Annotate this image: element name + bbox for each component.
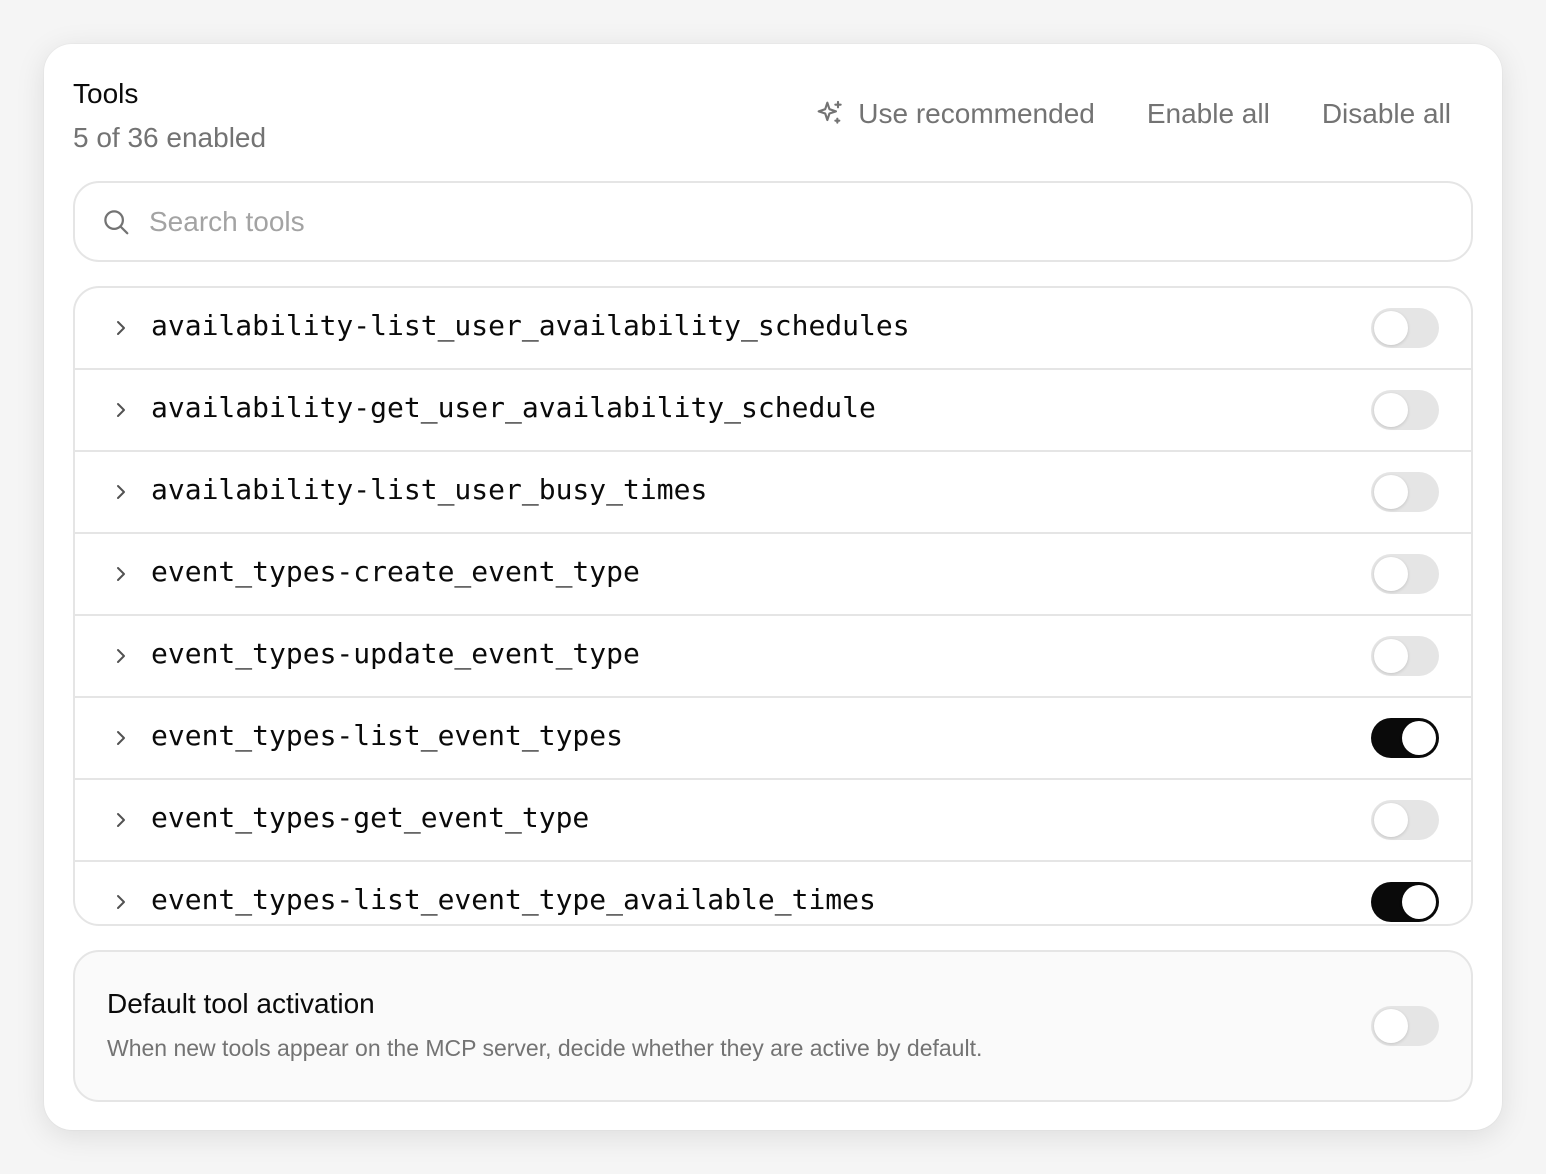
tool-toggle[interactable]	[1371, 800, 1439, 840]
tool-toggle[interactable]	[1371, 882, 1439, 922]
tool-row[interactable]: availability-get_user_availability_sched…	[75, 370, 1471, 452]
toggle-knob	[1374, 393, 1408, 427]
tool-toggle[interactable]	[1371, 718, 1439, 758]
toggle-knob	[1374, 311, 1408, 345]
default-activation-title: Default tool activation	[107, 988, 375, 1019]
page-title: Tools	[73, 78, 139, 109]
tools-panel: Tools 5 of 36 enabled Use recommended En…	[44, 44, 1502, 1130]
tool-row[interactable]: event_types-update_event_type	[75, 616, 1471, 698]
tool-toggle[interactable]	[1371, 636, 1439, 676]
tool-name: event_types-create_event_type	[151, 555, 640, 588]
header-actions: Use recommended Enable all Disable all	[814, 96, 1451, 132]
tool-name: event_types-list_event_type_available_ti…	[151, 883, 876, 916]
use-recommended-button[interactable]: Use recommended	[814, 96, 1095, 132]
tool-toggle[interactable]	[1371, 308, 1439, 348]
tool-name: availability-get_user_availability_sched…	[151, 391, 876, 424]
tool-toggle[interactable]	[1371, 554, 1439, 594]
tool-name: availability-list_user_busy_times	[151, 473, 708, 506]
default-activation-section: Default tool activation When new tools a…	[73, 950, 1473, 1102]
tool-name: event_types-update_event_type	[151, 637, 640, 670]
tool-name: event_types-list_event_types	[151, 719, 624, 752]
toggle-knob	[1402, 885, 1436, 919]
enable-all-button[interactable]: Enable all	[1147, 96, 1270, 132]
chevron-right-icon[interactable]	[111, 480, 131, 504]
search-icon	[101, 207, 131, 237]
tool-name: availability-list_user_availability_sche…	[151, 309, 910, 342]
tool-toggle[interactable]	[1371, 472, 1439, 512]
tool-row[interactable]: event_types-list_event_types	[75, 698, 1471, 780]
tool-row[interactable]: event_types-list_event_type_available_ti…	[75, 862, 1471, 924]
use-recommended-label: Use recommended	[858, 98, 1095, 129]
search-box	[73, 181, 1473, 262]
toggle-knob	[1402, 721, 1436, 755]
toggle-knob	[1374, 803, 1408, 837]
chevron-right-icon[interactable]	[111, 398, 131, 422]
toggle-knob	[1374, 557, 1408, 591]
tools-header: Tools 5 of 36 enabled Use recommended En…	[73, 74, 1473, 164]
default-activation-toggle[interactable]	[1371, 1006, 1439, 1046]
enabled-count: 5 of 36 enabled	[73, 122, 267, 153]
toggle-knob	[1374, 639, 1408, 673]
sparkles-icon	[814, 98, 846, 130]
tool-row[interactable]: availability-list_user_busy_times	[75, 452, 1471, 534]
chevron-right-icon[interactable]	[111, 808, 131, 832]
disable-all-button[interactable]: Disable all	[1322, 96, 1451, 132]
chevron-right-icon[interactable]	[111, 316, 131, 340]
chevron-right-icon[interactable]	[111, 644, 131, 668]
chevron-right-icon[interactable]	[111, 890, 131, 914]
tool-row[interactable]: event_types-get_event_type	[75, 780, 1471, 862]
default-activation-description: When new tools appear on the MCP server,…	[107, 1035, 983, 1061]
search-input[interactable]	[149, 205, 1349, 238]
toggle-knob	[1374, 1009, 1408, 1043]
tool-name: event_types-get_event_type	[151, 801, 590, 834]
toggle-knob	[1374, 475, 1408, 509]
chevron-right-icon[interactable]	[111, 562, 131, 586]
chevron-right-icon[interactable]	[111, 726, 131, 750]
tool-toggle[interactable]	[1371, 390, 1439, 430]
tool-row[interactable]: availability-list_user_availability_sche…	[75, 288, 1471, 370]
tool-list: availability-list_user_availability_sche…	[73, 286, 1473, 926]
tool-row[interactable]: event_types-create_event_type	[75, 534, 1471, 616]
